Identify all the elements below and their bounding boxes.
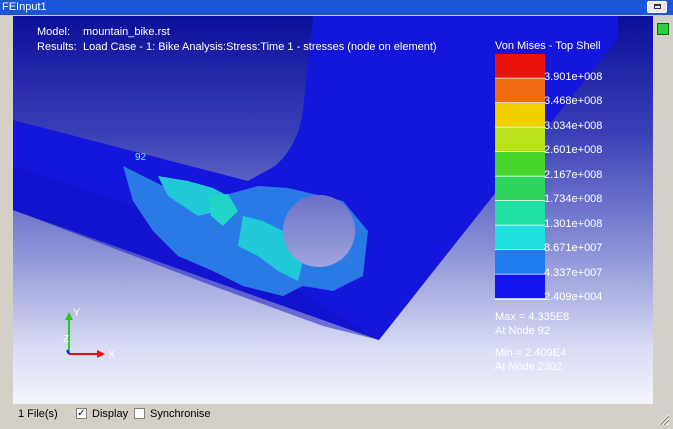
synchronise-checkbox[interactable] xyxy=(134,408,145,419)
node-marker-label: 92 xyxy=(135,152,147,163)
legend-band xyxy=(495,103,545,128)
legend-min-node: At Node 2302 xyxy=(495,361,563,373)
legend-band xyxy=(495,225,545,250)
legend-band xyxy=(495,127,545,152)
legend-tick-label: 4.337e+007 xyxy=(544,266,603,279)
status-bar: 1 File(s) ✓ Display Synchronise xyxy=(0,404,673,429)
legend-band xyxy=(495,250,545,275)
window-titlebar: FEInput1 xyxy=(0,0,673,15)
legend-band xyxy=(495,176,545,201)
triad-x-label: X xyxy=(108,349,116,361)
legend-color-bar xyxy=(495,54,545,300)
results-label: Results: xyxy=(37,41,77,53)
synchronise-label: Synchronise xyxy=(150,408,211,420)
legend-tick-label: 2.167e+008 xyxy=(544,168,603,181)
legend-tick-label: 3.901e+008 xyxy=(544,70,603,83)
frame-hole-inner xyxy=(283,195,355,267)
legend-tick-label: 8.671e+007 xyxy=(544,242,603,254)
status-indicator-icon xyxy=(657,23,669,35)
legend-min-value: Min = 2.409E4 xyxy=(495,347,567,359)
legend-band xyxy=(495,274,545,299)
legend-tick-label: 3.034e+008 xyxy=(544,119,603,132)
results-value: Load Case - 1: Bike Analysis:Stress:Time… xyxy=(83,41,437,53)
model-label: Model: xyxy=(37,26,71,38)
legend-max-node: At Node 92 xyxy=(495,325,551,337)
legend-band xyxy=(495,54,545,79)
axis-triad: Y X Z xyxy=(63,307,116,361)
legend-band xyxy=(495,152,545,177)
legend-tick-label: 1.734e+008 xyxy=(544,193,603,205)
legend-tick-label: 2.409e+004 xyxy=(544,291,603,303)
triad-z-label: Z xyxy=(63,334,69,345)
model-value: mountain_bike.rst xyxy=(83,26,170,38)
fe-viewport[interactable]: Model: mountain_bike.rst Results: Load C… xyxy=(13,16,653,404)
window-title: FEInput1 xyxy=(2,1,47,13)
display-checkbox[interactable]: ✓ xyxy=(76,408,87,419)
legend-band xyxy=(495,78,545,103)
legend-band xyxy=(495,201,545,226)
legend-tick-label: 1.301e+008 xyxy=(544,217,603,230)
display-label: Display xyxy=(92,408,129,420)
legend-title: Von Mises - Top Shell xyxy=(495,40,601,52)
resize-grip-icon[interactable] xyxy=(656,412,670,426)
legend-max-value: Max = 4.335E8 xyxy=(495,311,570,323)
file-count: 1 File(s) xyxy=(18,408,58,420)
restore-button[interactable] xyxy=(647,1,667,13)
legend-tick-label: 3.468e+008 xyxy=(544,95,603,107)
restore-icon xyxy=(654,4,661,9)
triad-y-label: Y xyxy=(73,307,81,319)
legend-tick-label: 2.601e+008 xyxy=(544,144,603,156)
